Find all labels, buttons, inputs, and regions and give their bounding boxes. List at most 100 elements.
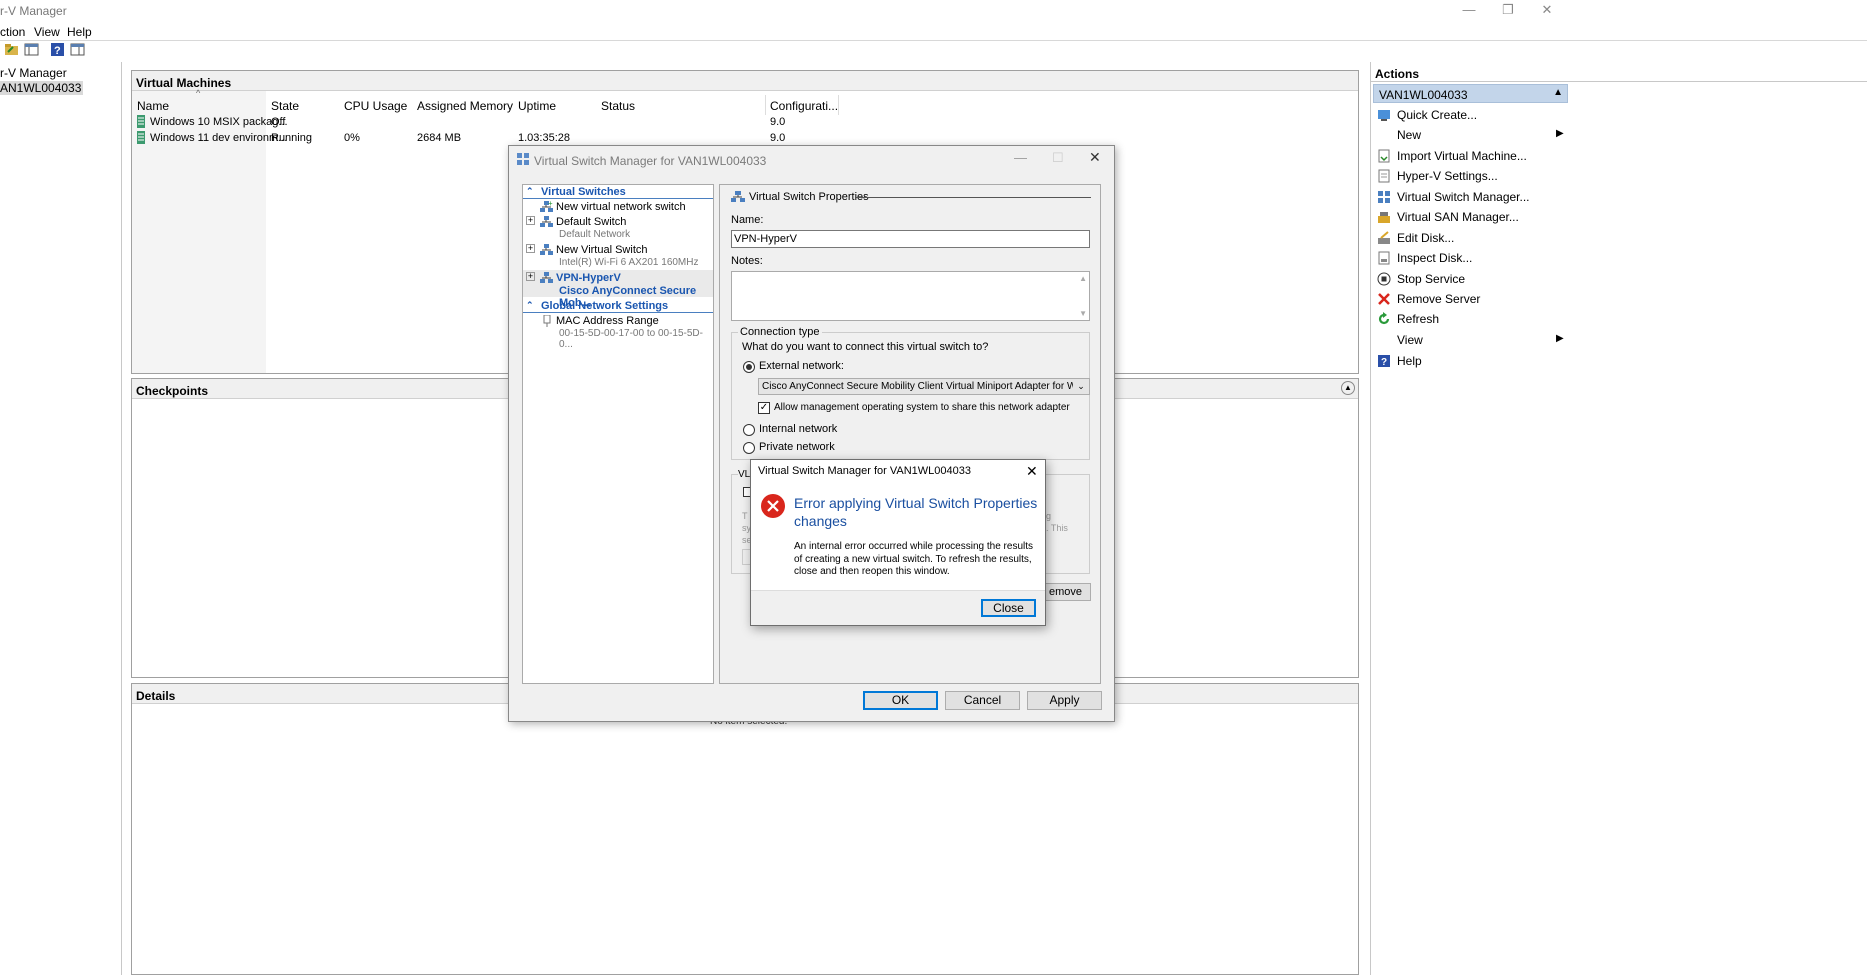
adapter-select[interactable]: Cisco AnyConnect Secure Mobility Client … xyxy=(758,378,1090,395)
tree-global-settings[interactable]: Global Network Settings xyxy=(541,300,668,312)
tree-vpn-switch[interactable]: VPN-HyperV xyxy=(556,272,621,284)
submenu-arrow-icon: ▶ xyxy=(1556,333,1564,344)
tree-default-switch[interactable]: Default Switch xyxy=(556,216,626,228)
vlan-legend-fragment: VL xyxy=(738,469,751,480)
menu-bar: ction View Help xyxy=(0,22,1867,40)
sort-arrow-icon: ^ xyxy=(196,88,201,98)
refresh-icon xyxy=(1377,312,1391,326)
section-collapse-icon[interactable]: ⌃ xyxy=(526,300,534,311)
menu-action[interactable]: ction xyxy=(0,25,25,39)
switch-manager-icon xyxy=(1377,190,1391,204)
scroll-up-icon[interactable]: ▲ xyxy=(1079,274,1087,283)
virtual-switch-manager-dialog: Virtual Switch Manager for VAN1WL004033 … xyxy=(508,145,1115,722)
col-uptime[interactable]: Uptime xyxy=(518,99,556,113)
minimize-button: — xyxy=(1014,150,1027,165)
internal-label: Internal network xyxy=(759,423,838,435)
action-quick-create[interactable]: Quick Create... xyxy=(1397,108,1477,122)
col-status[interactable]: Status xyxy=(601,99,635,113)
tree-virtual-switches[interactable]: Virtual Switches xyxy=(541,186,626,198)
new-switch-icon: + xyxy=(540,199,553,213)
inspect-disk-icon xyxy=(1377,251,1391,265)
expand-icon[interactable]: + xyxy=(526,244,535,253)
col-cpu[interactable]: CPU Usage xyxy=(344,99,407,113)
action-stop-service[interactable]: Stop Service xyxy=(1397,272,1465,286)
col-state[interactable]: State xyxy=(271,99,299,113)
folder-icon[interactable] xyxy=(4,42,19,57)
internal-radio[interactable] xyxy=(743,424,755,436)
chevron-down-icon[interactable]: ⌄ xyxy=(1073,379,1089,394)
notes-textarea[interactable]: ▲ ▼ xyxy=(731,271,1090,321)
close-icon[interactable]: ✕ xyxy=(1026,463,1038,480)
action-edit-disk[interactable]: Edit Disk... xyxy=(1397,231,1454,245)
tree-item-hyperv-manager[interactable]: r-V Manager xyxy=(0,66,67,80)
import-icon xyxy=(1377,149,1391,163)
error-message: An internal error occurred while process… xyxy=(794,541,1033,577)
tree-new-switch[interactable]: New virtual network switch xyxy=(556,201,686,213)
action-virtual-switch-manager[interactable]: Virtual Switch Manager... xyxy=(1397,190,1530,204)
close-button[interactable]: ✕ xyxy=(1089,149,1101,166)
allow-mgmt-label: Allow management operating system to sha… xyxy=(774,402,1070,413)
vm-row-1-name[interactable]: Windows 10 MSIX packag... xyxy=(150,116,288,128)
vm-row-1-state: Off xyxy=(271,116,286,128)
col-memory[interactable]: Assigned Memory xyxy=(417,99,513,113)
error-close-button[interactable]: Close xyxy=(981,599,1036,617)
collapse-icon[interactable]: ▲ xyxy=(1341,381,1355,395)
scroll-down-icon[interactable]: ▼ xyxy=(1079,309,1087,318)
actions-pane: Actions VAN1WL004033 ▲ Quick Create... N… xyxy=(1370,62,1867,975)
tree-new-virtual-switch[interactable]: New Virtual Switch xyxy=(556,244,648,256)
error-dialog: Virtual Switch Manager for VAN1WL004033 … xyxy=(750,459,1046,626)
collapse-arrow-icon[interactable]: ▲ xyxy=(1553,87,1563,98)
action-refresh[interactable]: Refresh xyxy=(1397,312,1439,326)
section-collapse-icon[interactable]: ⌃ xyxy=(526,186,534,197)
console-icon[interactable] xyxy=(24,42,39,57)
mac-icon xyxy=(542,314,552,327)
action-hyperv-settings[interactable]: Hyper-V Settings... xyxy=(1397,169,1498,183)
submenu-arrow-icon: ▶ xyxy=(1556,128,1564,139)
conn-question: What do you want to connect this virtual… xyxy=(742,341,989,353)
vm-icon xyxy=(136,115,146,128)
action-view[interactable]: View xyxy=(1397,333,1423,347)
vm-panel-title: Virtual Machines xyxy=(132,71,1358,91)
external-label: External network: xyxy=(759,360,844,372)
apply-button[interactable]: Apply xyxy=(1027,691,1102,710)
switch-icon xyxy=(540,272,553,284)
remove-button[interactable]: emove xyxy=(1040,583,1091,601)
vm-row-2-uptime: 1.03:35:28 xyxy=(518,132,570,144)
expand-icon[interactable]: + xyxy=(526,216,535,225)
help-icon[interactable]: ? xyxy=(50,42,65,57)
action-import-vm[interactable]: Import Virtual Machine... xyxy=(1397,149,1527,163)
switch-manager-icon xyxy=(516,152,530,166)
cancel-button[interactable]: Cancel xyxy=(945,691,1020,710)
action-virtual-san-manager[interactable]: Virtual SAN Manager... xyxy=(1397,210,1519,224)
vm-row-2-name[interactable]: Windows 11 dev environm... xyxy=(150,132,287,144)
error-icon xyxy=(760,493,786,519)
pane-icon[interactable] xyxy=(70,42,85,57)
vm-row-2-state: Running xyxy=(271,132,312,144)
error-dialog-title: Virtual Switch Manager for VAN1WL004033 xyxy=(758,465,971,477)
private-radio[interactable] xyxy=(743,442,755,454)
private-label: Private network xyxy=(759,441,835,453)
maximize-button: ☐ xyxy=(1052,150,1064,165)
notes-label: Notes: xyxy=(731,255,763,267)
menu-view[interactable]: View xyxy=(34,25,60,39)
col-name[interactable]: Name xyxy=(137,99,169,113)
vlan-text-fragment: . This xyxy=(1046,523,1068,533)
tree-mac-range[interactable]: MAC Address Range xyxy=(556,315,659,327)
props-section-title: Virtual Switch Properties xyxy=(749,191,869,203)
close-button[interactable]: ✕ xyxy=(1524,0,1570,22)
ok-button[interactable]: OK xyxy=(863,691,938,710)
action-new[interactable]: New xyxy=(1397,128,1421,142)
allow-mgmt-checkbox[interactable]: ✓ xyxy=(758,402,770,414)
action-inspect-disk[interactable]: Inspect Disk... xyxy=(1397,251,1472,265)
actions-group-header[interactable]: VAN1WL004033 ▲ xyxy=(1373,84,1568,103)
menu-help[interactable]: Help xyxy=(67,25,92,39)
svg-text:?: ? xyxy=(1381,357,1387,368)
action-remove-server[interactable]: Remove Server xyxy=(1397,292,1480,306)
external-radio[interactable] xyxy=(743,361,755,373)
action-help[interactable]: Help xyxy=(1397,354,1422,368)
expand-icon[interactable]: + xyxy=(526,272,535,281)
name-input[interactable] xyxy=(731,230,1090,248)
vm-row-2-cpu: 0% xyxy=(344,132,360,144)
vm-icon xyxy=(136,131,146,144)
tree-item-server[interactable]: AN1WL004033 xyxy=(0,81,84,95)
